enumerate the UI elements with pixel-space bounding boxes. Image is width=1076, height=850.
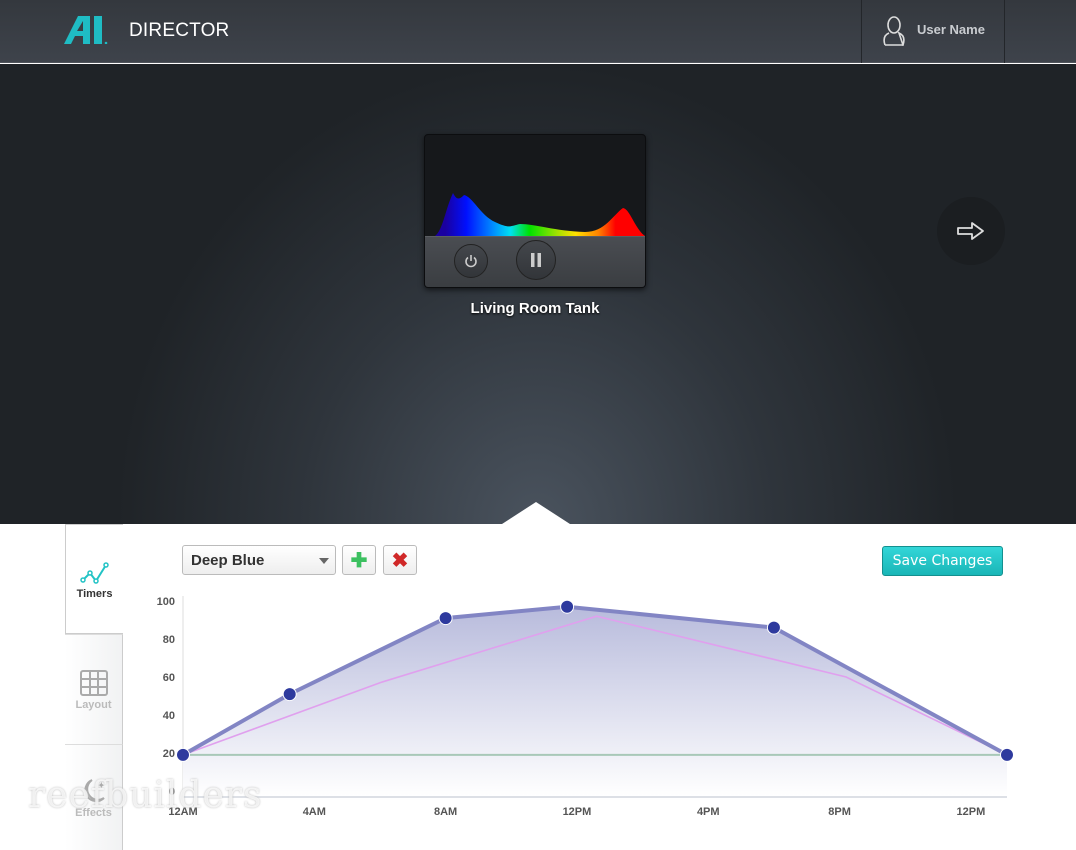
user-icon [883,16,905,46]
pause-icon [531,253,541,267]
ai-logo[interactable] [64,16,116,49]
user-menu[interactable]: User Name [861,0,1005,63]
x-tick-label: 4AM [303,806,326,818]
panel-pointer [502,502,570,524]
data-point[interactable] [766,620,781,635]
y-tick-label: 40 [163,710,175,722]
next-device-button[interactable] [937,197,1005,265]
watermark: reefbuilders [28,775,263,816]
y-tick-label: 100 [157,596,175,608]
series-area [183,606,1007,796]
top-bar: DIRECTOR User Name [0,0,1076,63]
power-button[interactable] [454,244,488,278]
arrow-right-icon [957,222,984,240]
data-point[interactable] [282,687,297,702]
power-icon [465,255,477,268]
y-tick-label: 60 [163,672,175,684]
user-name: User Name [917,22,985,37]
spectrum-graph [435,193,645,236]
x-tick-label: 12PM [957,806,986,818]
device-stage [0,64,1076,524]
device-name: Living Room Tank [470,300,600,317]
x-tick-label: 4PM [697,806,720,818]
x-tick-label: 8PM [828,806,851,818]
y-tick-label: 80 [163,634,175,646]
app-title: DIRECTOR [129,20,230,41]
pause-button[interactable] [516,240,556,280]
device-controls [425,236,645,287]
y-tick-label: 20 [163,748,175,760]
data-point[interactable] [560,599,575,614]
device-card[interactable] [424,134,646,288]
x-tick-label: 12PM [563,806,592,818]
data-point[interactable] [1000,747,1014,762]
data-point[interactable] [438,611,453,626]
x-tick-label: 8AM [434,806,457,818]
data-point[interactable] [176,747,190,762]
